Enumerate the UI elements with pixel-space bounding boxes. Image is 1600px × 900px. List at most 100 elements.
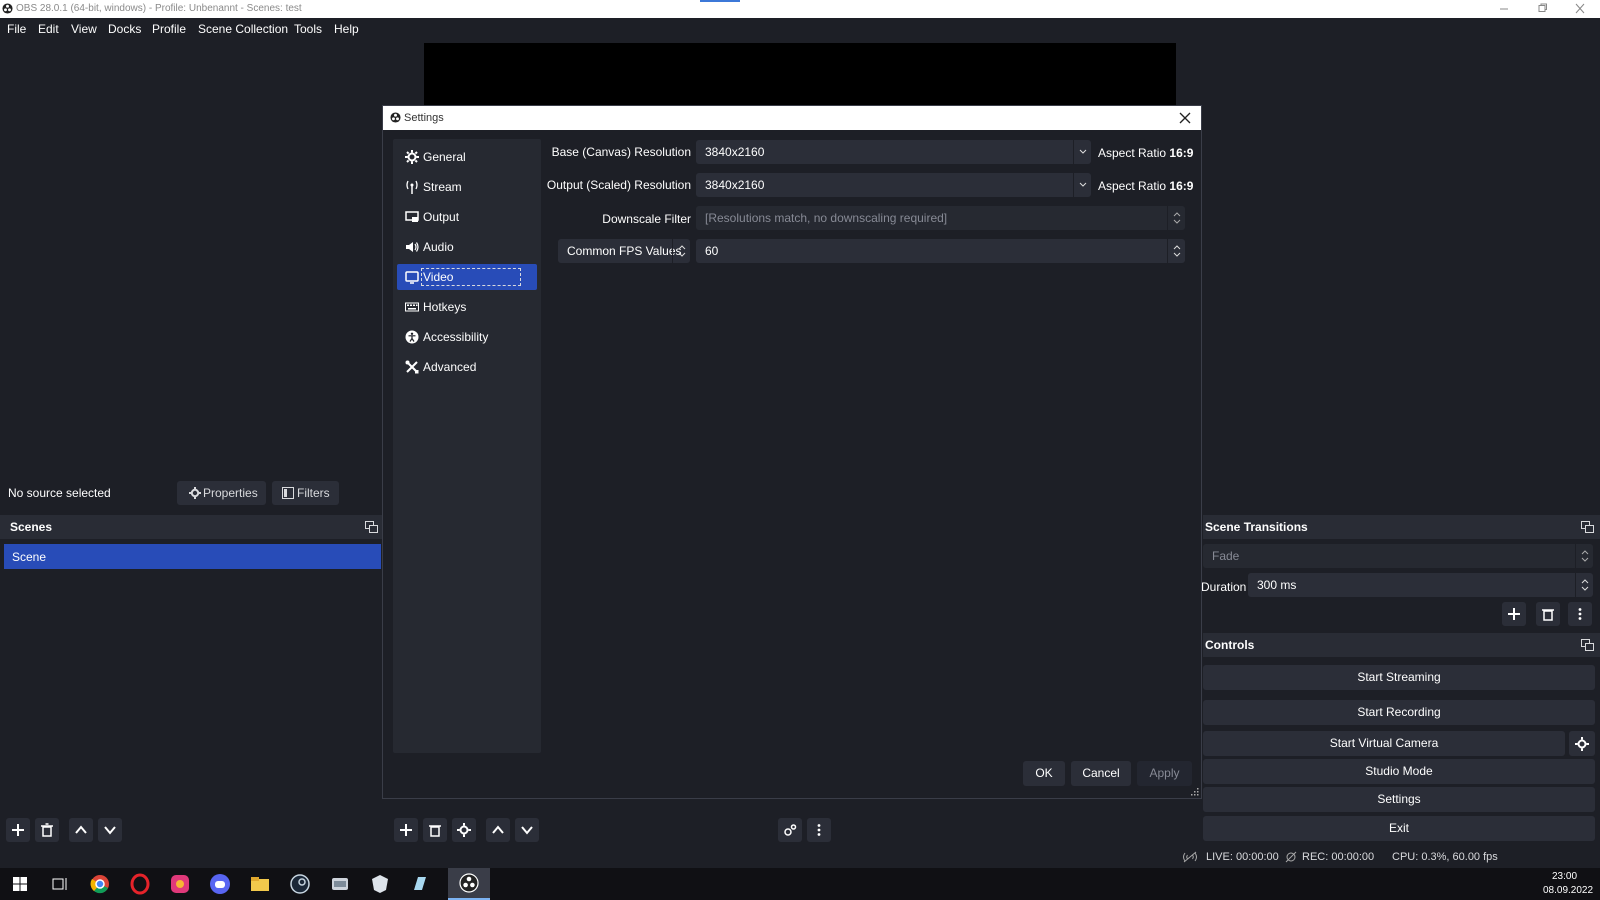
- photo-app-icon[interactable]: [168, 872, 192, 896]
- downscale-filter-select[interactable]: [Resolutions match, no downscaling requi…: [696, 206, 1185, 230]
- updown-icon: [1167, 239, 1185, 263]
- move-source-up-button[interactable]: [486, 818, 510, 842]
- menu-file[interactable]: File: [7, 22, 26, 36]
- start-virtual-camera-button[interactable]: Start Virtual Camera: [1203, 731, 1565, 756]
- file-explorer-icon[interactable]: [248, 872, 272, 896]
- discord-icon[interactable]: [208, 872, 232, 896]
- menu-tools[interactable]: Tools: [294, 22, 322, 36]
- output-resolution-select[interactable]: 3840x2160: [696, 173, 1091, 197]
- restore-icon[interactable]: [1534, 3, 1550, 15]
- nav-hotkeys[interactable]: Hotkeys: [397, 294, 537, 320]
- preview-canvas[interactable]: [424, 43, 1176, 105]
- exit-button[interactable]: Exit: [1203, 816, 1595, 841]
- scene-item-label: Scene: [12, 550, 47, 564]
- menu-scene-collection[interactable]: Scene Collection: [198, 22, 288, 36]
- nav-audio[interactable]: Audio: [397, 234, 537, 260]
- source-properties-button[interactable]: [452, 818, 476, 842]
- move-source-down-button[interactable]: [515, 818, 539, 842]
- apply-button[interactable]: Apply: [1137, 761, 1192, 786]
- nav-output[interactable]: Output: [397, 204, 537, 230]
- gear-icon: [405, 150, 419, 164]
- chrome-icon[interactable]: [88, 872, 112, 896]
- start-streaming-button[interactable]: Start Streaming: [1203, 665, 1595, 690]
- opera-icon[interactable]: [128, 872, 152, 896]
- properties-button[interactable]: Properties: [177, 481, 266, 505]
- fps-type-select[interactable]: Common FPS Values: [558, 239, 690, 263]
- aspect-prefix: Aspect Ratio: [1098, 146, 1167, 160]
- chevron-down-icon: [1073, 173, 1091, 197]
- settings-title: Settings: [404, 112, 444, 124]
- remove-scene-button[interactable]: [35, 818, 59, 842]
- controls-title: Controls: [1205, 638, 1255, 652]
- minimize-icon[interactable]: [1496, 3, 1512, 15]
- output-resolution-value: 3840x2160: [705, 178, 765, 192]
- nav-advanced[interactable]: Advanced: [397, 354, 537, 380]
- status-bar: LIVE: 00:00:00 REC: 00:00:00 CPU: 0.3%, …: [0, 846, 1600, 868]
- nav-stream-label: Stream: [423, 180, 462, 194]
- fps-value: 60: [705, 244, 719, 258]
- duration-value: 300 ms: [1257, 578, 1297, 592]
- nav-video[interactable]: Video: [397, 264, 537, 290]
- base-resolution-select[interactable]: 3840x2160: [696, 140, 1091, 164]
- scenes-dock-header: Scenes: [0, 515, 384, 539]
- nav-video-label: Video: [420, 268, 522, 286]
- remove-source-button[interactable]: [423, 818, 447, 842]
- output-aspect-ratio: Aspect Ratio 16:9: [1098, 179, 1193, 193]
- fps-value-select[interactable]: 60: [696, 239, 1185, 263]
- menu-help[interactable]: Help: [334, 22, 359, 36]
- live-time: LIVE: 00:00:00: [1206, 851, 1279, 863]
- transition-type-select[interactable]: Fade: [1203, 544, 1593, 568]
- aspect-value: 16:9: [1169, 146, 1194, 160]
- app-icon[interactable]: [408, 872, 432, 896]
- steam-icon[interactable]: [288, 872, 312, 896]
- settings-button[interactable]: Settings: [1203, 787, 1595, 812]
- menu-profile[interactable]: Profile: [152, 22, 186, 36]
- resize-grip-icon[interactable]: [1191, 788, 1199, 796]
- advanced-audio-button[interactable]: [778, 818, 802, 842]
- filters-button[interactable]: Filters: [272, 481, 339, 505]
- add-scene-button[interactable]: [6, 818, 30, 842]
- task-view-icon[interactable]: [48, 872, 72, 896]
- nav-general[interactable]: General: [397, 144, 537, 170]
- close-icon[interactable]: [1179, 112, 1191, 124]
- studio-mode-button[interactable]: Studio Mode: [1203, 759, 1595, 784]
- window-title: OBS 28.0.1 (64-bit, windows) - Profile: …: [16, 3, 302, 14]
- transition-type-value: Fade: [1212, 549, 1240, 563]
- windows-start-icon[interactable]: [8, 872, 32, 896]
- updown-icon: [1575, 544, 1593, 568]
- transition-menu-button[interactable]: [1568, 602, 1592, 626]
- base-aspect-ratio: Aspect Ratio 16:9: [1098, 146, 1193, 160]
- add-source-button[interactable]: [394, 818, 418, 842]
- app-icon[interactable]: [368, 872, 392, 896]
- duration-spinbox[interactable]: 300 ms: [1248, 573, 1593, 597]
- scene-item[interactable]: Scene: [4, 544, 381, 569]
- cancel-button[interactable]: Cancel: [1071, 761, 1131, 786]
- remove-transition-button[interactable]: [1536, 602, 1560, 626]
- undock-icon[interactable]: [365, 521, 378, 533]
- fps-type-value: Common FPS Values: [567, 244, 682, 258]
- updown-icon[interactable]: [1575, 573, 1593, 597]
- keyboard-icon: [405, 300, 419, 314]
- add-transition-button[interactable]: [1502, 602, 1526, 626]
- virtual-camera-settings-button[interactable]: [1569, 731, 1595, 756]
- close-window-icon[interactable]: [1572, 3, 1588, 15]
- controls-dock-header: Controls: [1203, 633, 1600, 657]
- move-scene-down-button[interactable]: [98, 818, 122, 842]
- nav-accessibility[interactable]: Accessibility: [397, 324, 537, 350]
- obs-logo-icon: [390, 112, 401, 123]
- start-recording-button[interactable]: Start Recording: [1203, 700, 1595, 725]
- mixer-menu-button[interactable]: [807, 818, 831, 842]
- nav-stream[interactable]: Stream: [397, 174, 537, 200]
- taskbar: 23:00 08.09.2022: [0, 868, 1600, 900]
- ok-button[interactable]: OK: [1023, 761, 1065, 786]
- move-scene-up-button[interactable]: [69, 818, 93, 842]
- settings-nav: General Stream Output Audio Video Hotkey…: [393, 139, 541, 753]
- nav-output-label: Output: [423, 210, 460, 224]
- obs-taskbar-icon[interactable]: [448, 868, 490, 900]
- menu-docks[interactable]: Docks: [108, 22, 141, 36]
- undock-icon[interactable]: [1581, 639, 1594, 651]
- menu-view[interactable]: View: [71, 22, 97, 36]
- menu-edit[interactable]: Edit: [38, 22, 59, 36]
- app-icon[interactable]: [328, 872, 352, 896]
- undock-icon[interactable]: [1581, 521, 1594, 533]
